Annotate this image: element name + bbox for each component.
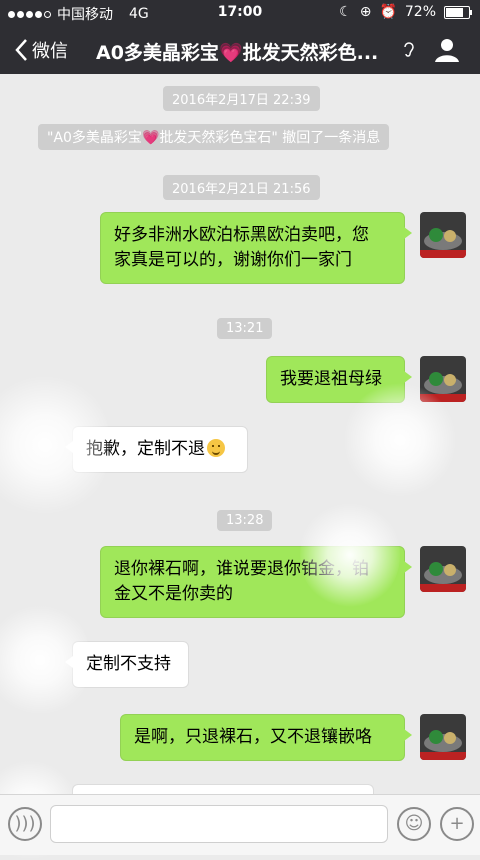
timestamp: 2016年2月17日 22:39 — [163, 86, 320, 111]
status-bar: 中国移动 4G 17:00 ☾ ⊕ ⏰ 72% — [0, 0, 480, 26]
my-avatar[interactable] — [420, 356, 466, 402]
battery-icon — [444, 5, 472, 19]
back-button[interactable]: 微信 — [14, 37, 68, 63]
message-line: 好多非洲水欧泊标黑欧泊卖吧，您 — [114, 225, 369, 245]
moon-icon: ☾ — [339, 4, 352, 20]
outgoing-message[interactable]: 好多非洲水欧泊标黑欧泊卖吧，您 家真是可以的，谢谢你们一家门 — [100, 212, 412, 284]
heart-icon: 💗 — [218, 42, 243, 64]
recall-notice: "A0多美晶彩宝💗批发天然彩色宝石" 撤回了一条消息 — [38, 124, 390, 150]
status-right: ☾ ⊕ ⏰ 72% — [339, 4, 472, 20]
incoming-message[interactable]: 定制不支持 — [65, 641, 189, 688]
earpiece-mode-icon — [404, 42, 414, 57]
alarm-icon: ⏰ — [379, 4, 397, 20]
timestamp: 2016年2月21日 21:56 — [163, 175, 320, 200]
battery-percent: 72% — [404, 4, 436, 20]
smiley-icon[interactable]: ☺ — [397, 807, 431, 841]
message-line: 金又不是你卖的 — [114, 584, 233, 604]
back-label: 微信 — [32, 41, 68, 62]
input-bar: ))) ☺ + — [0, 794, 480, 855]
chat-title-part1: A0多美晶彩宝 — [96, 42, 219, 64]
message-line: 是啊，只退裸石，又不退镶嵌咯 — [134, 727, 372, 747]
message-line: 退你裸石啊，谁说要退你铂金，铂 — [114, 559, 369, 579]
chevron-left-icon — [15, 39, 27, 61]
nav-bar: 微信 A0多美晶彩宝💗批发天然彩色... — [0, 26, 480, 74]
chat-profile-button[interactable] — [434, 37, 460, 63]
recall-text-part2: 批发天然彩色宝石" 撤回了一条消息 — [159, 130, 381, 146]
message-line: 家真是可以的，谢谢你们一家门 — [114, 250, 352, 270]
message-line: 抱歉，定制不退 — [86, 439, 205, 459]
chat-title-part2: 批发天然彩色... — [242, 42, 379, 64]
chat-area[interactable]: 2016年2月17日 22:39 "A0多美晶彩宝💗批发天然彩色宝石" 撤回了一… — [0, 74, 480, 798]
my-avatar[interactable] — [420, 546, 466, 592]
outgoing-message[interactable]: 是啊，只退裸石，又不退镶嵌咯 — [120, 714, 412, 761]
message-input[interactable] — [50, 805, 388, 843]
message-line: 定制不支持 — [86, 654, 171, 674]
my-avatar[interactable] — [420, 714, 466, 760]
outgoing-message[interactable]: 退你裸石啊，谁说要退你铂金，铂 金又不是你卖的 — [100, 546, 412, 618]
message-line: 我要退祖母绿 — [280, 369, 382, 389]
plus-icon[interactable]: + — [440, 807, 474, 841]
smiling-face-icon — [207, 439, 225, 457]
my-avatar[interactable] — [420, 212, 466, 258]
recall-text-part1: "A0多美晶彩宝 — [47, 130, 142, 146]
timestamp: 13:21 — [217, 318, 273, 339]
outgoing-message[interactable]: 我要退祖母绿 — [266, 356, 412, 403]
voice-icon[interactable]: ))) — [8, 807, 42, 841]
incoming-message[interactable]: 抱歉，定制不退 — [65, 426, 248, 473]
lock-rotation-icon: ⊕ — [359, 4, 372, 20]
timestamp: 13:28 — [217, 510, 273, 531]
chat-title: A0多美晶彩宝💗批发天然彩色... — [96, 38, 396, 65]
heart-icon: 💗 — [141, 130, 160, 146]
